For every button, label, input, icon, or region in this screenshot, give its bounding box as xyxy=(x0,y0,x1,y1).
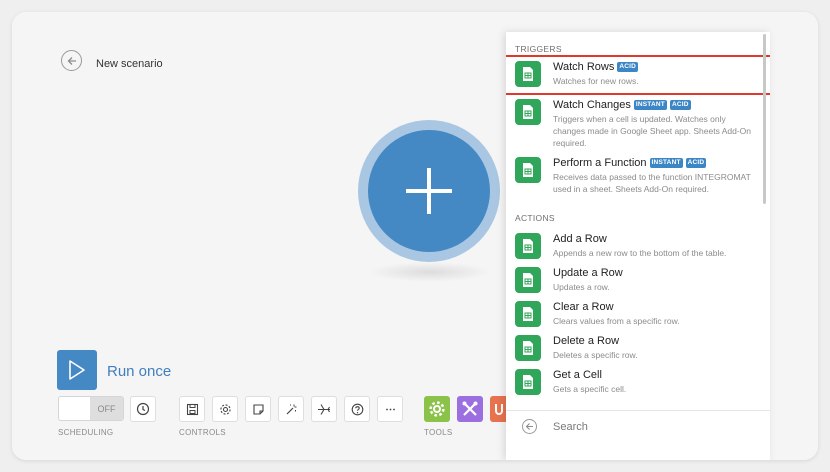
airplane-icon xyxy=(318,403,330,415)
module-title: Watch Changes xyxy=(553,99,631,111)
plus-icon xyxy=(406,168,452,214)
arrow-left-circle-icon xyxy=(525,423,533,430)
app-window: New scenario Run once OFF SCHEDULING CON… xyxy=(12,12,818,460)
gear-icon xyxy=(429,401,445,417)
notes-button[interactable] xyxy=(245,396,271,422)
more-icon xyxy=(385,408,395,410)
module-title: Clear a Row xyxy=(553,301,614,313)
magic-wand-icon xyxy=(286,404,296,414)
module-item-watch-changes[interactable]: Watch Changes INSTANT ACID Triggers when a… xyxy=(506,93,770,151)
save-button[interactable] xyxy=(179,396,205,422)
module-item-watch-rows[interactable]: Watch Rows ACID Watches for new rows. xyxy=(506,55,770,95)
scenario-title[interactable]: New scenario xyxy=(96,58,163,70)
module-description: Receives data passed to the function INT… xyxy=(553,172,751,194)
save-icon xyxy=(186,403,198,415)
schedule-settings-button[interactable] xyxy=(130,396,156,422)
arrow-left-circle-icon xyxy=(67,56,76,65)
scheduling-toggle[interactable]: OFF xyxy=(58,396,124,421)
clock-icon xyxy=(136,402,150,416)
module-search-bar xyxy=(506,410,770,442)
gear-icon xyxy=(219,403,231,415)
module-list[interactable]: TRIGGERS Watch Rows ACID Watches for new … xyxy=(506,32,770,408)
module-description: Appends a new row to the bottom of the t… xyxy=(553,248,727,258)
module-item-delete-row[interactable]: Delete a Row Deletes a specific row. xyxy=(506,330,770,364)
help-icon xyxy=(351,403,363,415)
google-sheets-icon xyxy=(515,157,541,183)
google-sheets-icon xyxy=(515,335,541,361)
module-title: Perform a Function xyxy=(553,157,647,169)
instant-badge: INSTANT xyxy=(633,100,667,110)
module-title: Delete a Row xyxy=(553,335,620,347)
acid-badge: ACID xyxy=(685,158,707,168)
module-search-input[interactable] xyxy=(553,420,733,433)
module-item-perform-function[interactable]: Perform a Function INSTANT ACID Receives d… xyxy=(506,151,770,209)
google-sheets-icon xyxy=(515,267,541,293)
scenario-settings-button[interactable] xyxy=(212,396,238,422)
google-sheets-icon xyxy=(515,301,541,327)
module-title: Watch Rows xyxy=(553,61,615,73)
tool-flow-control[interactable] xyxy=(424,396,450,422)
module-description: Gets a specific cell. xyxy=(553,384,627,394)
module-picker-panel: TRIGGERS Watch Rows ACID Watches for new … xyxy=(506,32,770,460)
search-back-button[interactable] xyxy=(522,419,537,434)
scheduling-section-label: SCHEDULING xyxy=(58,428,114,437)
add-module-button[interactable] xyxy=(368,130,490,252)
tool-tools[interactable] xyxy=(457,396,483,422)
google-sheets-icon xyxy=(515,61,541,87)
module-item-add-row[interactable]: Add a Row Appends a new row to the botto… xyxy=(506,228,770,262)
module-item-update-row[interactable]: Update a Row Updates a row. xyxy=(506,262,770,296)
module-item-clear-row[interactable]: Clear a Row Clears values from a specifi… xyxy=(506,296,770,330)
acid-badge: ACID xyxy=(617,62,639,72)
help-button[interactable] xyxy=(344,396,370,422)
add-module-shadow xyxy=(368,262,492,282)
actions-section-header: ACTIONS xyxy=(515,213,555,223)
more-button[interactable] xyxy=(377,396,403,422)
google-sheets-icon xyxy=(515,99,541,125)
triggers-section-header: TRIGGERS xyxy=(515,44,562,54)
module-list-scrollbar[interactable] xyxy=(763,34,766,204)
run-once-button[interactable] xyxy=(57,350,97,390)
instant-badge: INSTANT xyxy=(649,158,683,168)
play-icon xyxy=(69,360,85,380)
controls-section-label: CONTROLS xyxy=(179,428,226,437)
module-item-get-cell[interactable]: Get a Cell Gets a specific cell. xyxy=(506,364,770,398)
module-description: Triggers when a cell is updated. Watches… xyxy=(553,114,751,148)
run-once-label[interactable]: Run once xyxy=(107,363,171,380)
tools-icon xyxy=(462,401,478,416)
acid-badge: ACID xyxy=(669,100,691,110)
tools-section-label: TOOLS xyxy=(424,428,453,437)
text-parser-icon xyxy=(495,404,503,415)
google-sheets-icon xyxy=(515,369,541,395)
tool-text-parser[interactable] xyxy=(490,396,506,422)
module-description: Updates a row. xyxy=(553,282,610,292)
note-icon xyxy=(252,403,264,415)
module-title: Get a Cell xyxy=(553,369,602,381)
module-description: Watches for new rows. xyxy=(553,76,639,86)
module-title: Add a Row xyxy=(553,233,607,245)
auto-align-button[interactable] xyxy=(278,396,304,422)
module-description: Deletes a specific row. xyxy=(553,350,638,360)
module-title: Update a Row xyxy=(553,267,623,279)
toggle-state: OFF xyxy=(90,397,123,420)
google-sheets-icon xyxy=(515,233,541,259)
explain-flow-button[interactable] xyxy=(311,396,337,422)
module-description: Clears values from a specific row. xyxy=(553,316,680,326)
back-button[interactable] xyxy=(61,50,82,71)
